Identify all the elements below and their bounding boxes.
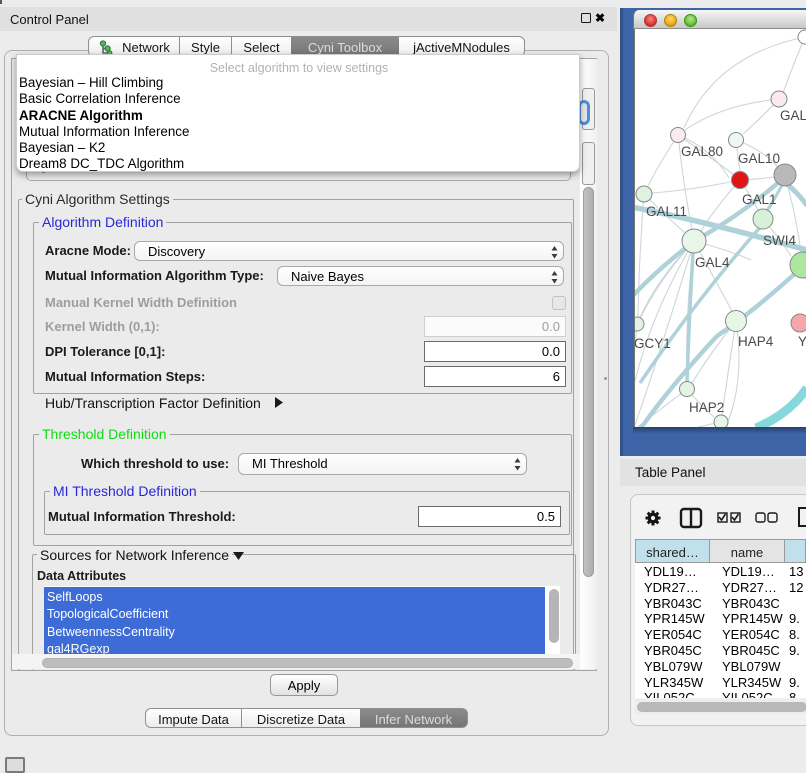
svg-text:GAL10: GAL10: [738, 151, 780, 166]
svg-text:GCY1: GCY1: [635, 336, 671, 351]
svg-text:GAL80: GAL80: [681, 144, 723, 159]
svg-text:HAP2: HAP2: [689, 400, 724, 415]
svg-text:HAP4: HAP4: [738, 334, 774, 349]
svg-text:GAL7: GAL7: [780, 108, 806, 123]
svg-text:GAL11: GAL11: [646, 204, 687, 219]
svg-text:GAL4: GAL4: [695, 255, 730, 270]
svg-text:GAL1: GAL1: [742, 192, 777, 207]
svg-text:Y: Y: [798, 334, 806, 349]
svg-text:SWI4: SWI4: [763, 233, 796, 248]
